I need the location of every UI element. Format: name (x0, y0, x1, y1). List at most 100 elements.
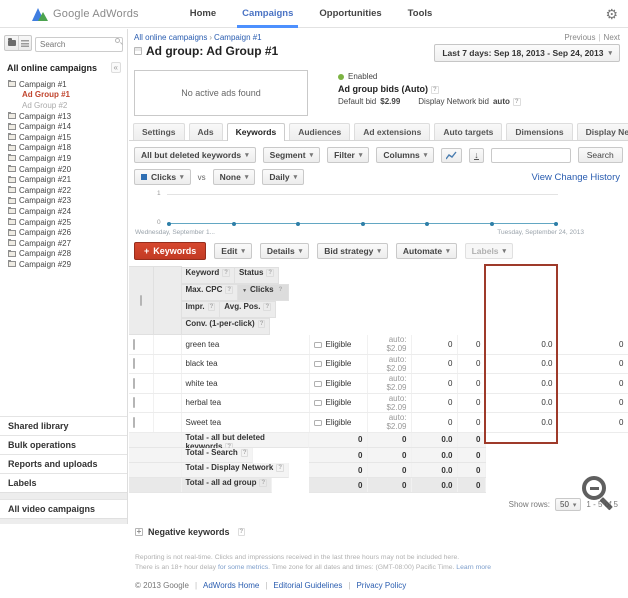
tree-item-campaign[interactable]: Campaign #14 (0, 121, 127, 132)
sidebar-item-reports-uploads[interactable]: Reports and uploads (0, 454, 127, 473)
tab-display-network[interactable]: Display Network (577, 123, 628, 140)
primary-metric-dropdown[interactable]: Clicks (134, 169, 191, 185)
tab-audiences[interactable]: Audiences (289, 123, 350, 140)
row-checkbox[interactable] (133, 378, 135, 389)
sidebar-item-labels[interactable]: Labels (0, 473, 127, 492)
nav-tools[interactable]: Tools (395, 0, 446, 28)
tree-item-campaign[interactable]: Campaign #26 (0, 227, 127, 238)
tree-item-campaign[interactable]: Campaign #20 (0, 164, 127, 175)
tree-item-campaign[interactable]: Campaign #18 (0, 143, 127, 154)
editorial-guidelines-link[interactable]: Editorial Guidelines (273, 581, 342, 590)
row-select-cell[interactable] (129, 393, 153, 413)
gear-icon[interactable]: ⚙ (605, 7, 618, 21)
col-avg-pos[interactable]: Avg. Pos. (220, 301, 276, 318)
list-view-button[interactable] (18, 36, 31, 50)
tab-settings[interactable]: Settings (133, 123, 185, 140)
select-all-header[interactable] (129, 267, 153, 335)
max-cpc-cell[interactable]: auto: $2.09 (367, 354, 411, 374)
row-select-cell[interactable] (129, 413, 153, 433)
keyword-scope-dropdown[interactable]: All but deleted keywords (134, 147, 256, 163)
sidebar-search-input[interactable] (35, 37, 123, 52)
col-conv[interactable]: Conv. (1-per-click) (182, 318, 271, 335)
tree-item-campaign[interactable]: Campaign #23 (0, 196, 127, 207)
row-checkbox[interactable] (133, 417, 135, 428)
filter-dropdown[interactable]: Filter (327, 147, 369, 163)
max-cpc-cell[interactable]: auto: $2.09 (367, 374, 411, 394)
tree-item-campaign[interactable]: Campaign #29 (0, 259, 127, 270)
adwords-logo[interactable]: Google AdWords (32, 7, 139, 21)
select-all-checkbox[interactable] (140, 295, 142, 306)
row-checkbox[interactable] (133, 339, 135, 350)
add-keywords-button[interactable]: Keywords (134, 242, 206, 260)
tree-item-campaign[interactable]: Campaign #13 (0, 111, 127, 122)
row-select-cell[interactable] (129, 335, 153, 355)
previous-link[interactable]: Previous (564, 33, 595, 42)
row-checkbox[interactable] (133, 358, 135, 369)
row-select-cell[interactable] (129, 354, 153, 374)
tree-item-campaign[interactable]: Campaign #25 (0, 217, 127, 228)
folder-view-button[interactable] (5, 36, 18, 50)
columns-dropdown[interactable]: Columns (376, 147, 434, 163)
nav-campaigns[interactable]: Campaigns (229, 0, 306, 28)
tree-item-campaign[interactable]: Campaign #27 (0, 238, 127, 249)
max-cpc-cell[interactable]: auto: $2.09 (367, 393, 411, 413)
sidebar-item-video-campaigns[interactable]: All video campaigns (0, 499, 127, 518)
tab-dimensions[interactable]: Dimensions (506, 123, 572, 140)
col-impr[interactable]: Impr. (182, 301, 221, 318)
max-cpc-cell[interactable]: auto: $2.09 (367, 335, 411, 355)
keyword-search-input[interactable] (491, 148, 571, 163)
col-clicks-sorted[interactable]: Clicks (238, 284, 289, 301)
tree-item-campaign[interactable]: Campaign #19 (0, 153, 127, 164)
tree-item-adgroup-selected[interactable]: Ad Group #1 (0, 90, 127, 101)
tab-ad-extensions[interactable]: Ad extensions (354, 123, 430, 140)
breadcrumb-all-campaigns[interactable]: All online campaigns (134, 33, 207, 42)
tree-item-adgroup[interactable]: Ad Group #2 (0, 100, 127, 111)
display-bid-value[interactable]: auto (493, 97, 521, 106)
all-campaigns-label[interactable]: All online campaigns (7, 63, 97, 73)
nav-home[interactable]: Home (177, 0, 229, 28)
secondary-metric-dropdown[interactable]: None (213, 169, 256, 185)
privacy-policy-link[interactable]: Privacy Policy (356, 581, 406, 590)
tree-item-campaign[interactable]: Campaign #15 (0, 132, 127, 143)
tree-item-campaign[interactable]: Campaign #24 (0, 206, 127, 217)
date-range-button[interactable]: Last 7 days: Sep 18, 2013 - Sep 24, 2013 (434, 44, 620, 62)
keyword-cell[interactable]: black tea (181, 354, 309, 374)
tree-item-campaign[interactable]: Campaign #1 (0, 79, 127, 90)
segment-dropdown[interactable]: Segment (263, 147, 320, 163)
tree-item-campaign[interactable]: Campaign #28 (0, 249, 127, 260)
next-link[interactable]: Next (604, 33, 620, 42)
adwords-home-link[interactable]: AdWords Home (203, 581, 259, 590)
edit-dropdown[interactable]: Edit (214, 243, 252, 259)
col-status[interactable]: Status (235, 267, 279, 284)
keyword-cell[interactable]: green tea (181, 335, 309, 355)
breadcrumb-campaign-1[interactable]: Campaign #1 (214, 33, 262, 42)
tree-item-campaign[interactable]: Campaign #21 (0, 174, 127, 185)
collapse-sidebar-icon[interactable] (111, 62, 121, 73)
some-metrics-link[interactable]: for some metrics (218, 564, 268, 571)
view-change-history-link[interactable]: View Change History (531, 172, 620, 183)
bid-strategy-dropdown[interactable]: Bid strategy (317, 243, 388, 259)
default-bid-value[interactable]: $2.99 (380, 97, 400, 106)
keyword-cell[interactable]: white tea (181, 374, 309, 394)
max-cpc-cell[interactable]: auto: $2.09 (367, 413, 411, 433)
col-max-cpc[interactable]: Max. CPC (182, 284, 239, 301)
keyword-cell[interactable]: herbal tea (181, 393, 309, 413)
row-select-cell[interactable] (129, 374, 153, 394)
details-dropdown[interactable]: Details (260, 243, 309, 259)
negative-keywords-toggle[interactable]: Negative keywords (129, 513, 628, 537)
interval-dropdown[interactable]: Daily (262, 169, 304, 185)
nav-opportunities[interactable]: Opportunities (306, 0, 394, 28)
keyword-cell[interactable]: Sweet tea (181, 413, 309, 433)
col-keyword[interactable]: Keyword (182, 267, 235, 284)
row-checkbox[interactable] (133, 397, 135, 408)
tree-item-campaign[interactable]: Campaign #22 (0, 185, 127, 196)
learn-more-link[interactable]: Learn more (456, 564, 491, 571)
automate-dropdown[interactable]: Automate (396, 243, 457, 259)
sidebar-item-shared-library[interactable]: Shared library (0, 416, 127, 435)
tab-auto-targets[interactable]: Auto targets (434, 123, 502, 140)
tab-ads[interactable]: Ads (189, 123, 223, 140)
show-rows-select[interactable]: 50 (555, 498, 581, 511)
graph-toggle-button[interactable] (441, 148, 462, 163)
status-dot-header[interactable] (153, 267, 181, 335)
search-button[interactable]: Search (578, 147, 623, 163)
